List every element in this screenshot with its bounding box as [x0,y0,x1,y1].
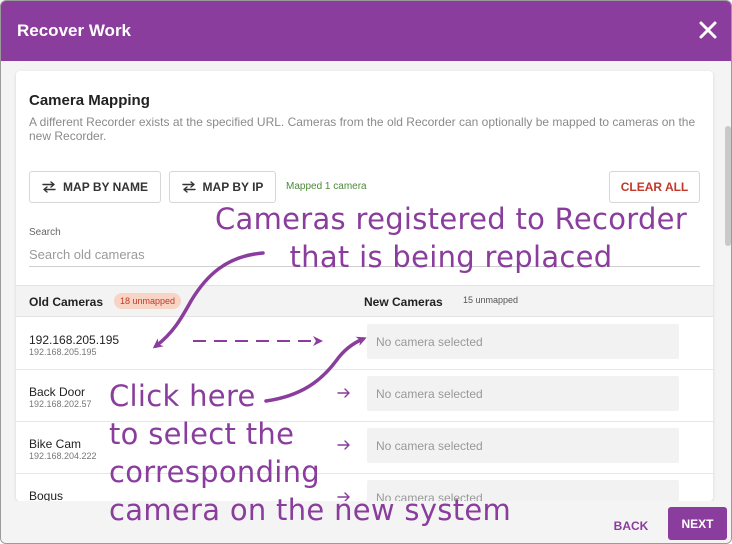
dialog-titlebar: Recover Work [1,1,731,61]
swap-arrows-icon [181,181,196,193]
old-camera-ip: 192.168.205.195 [29,347,97,357]
map-by-name-label: MAP BY NAME [63,180,148,194]
clear-all-button[interactable]: CLEAR ALL [609,171,700,203]
dialog-title: Recover Work [17,21,132,40]
dialog-window: Recover Work Camera Mapping A different … [0,0,732,544]
old-camera-name: Back Door [29,385,86,399]
old-camera-ip: 192.168.202.57 [29,399,92,409]
search-label: Search [29,227,61,238]
table-header: Old Cameras 18 unmapped New Cameras 15 u… [16,285,713,317]
old-camera-name: 192.168.205.195 [29,333,120,347]
scrollbar-thumb[interactable] [725,126,731,246]
old-camera-ip: 192.168.204.222 [29,451,97,461]
map-by-ip-button[interactable]: MAP BY IP [169,171,276,203]
map-by-name-button[interactable]: MAP BY NAME [29,171,161,203]
annotation-line: Cameras registered to Recorder [214,202,688,236]
mapped-status: Mapped 1 camera [286,181,367,192]
new-unmapped-badge: 15 unmapped [463,295,519,305]
annotation-callout-old-cameras: Cameras registered to Recorder that is b… [191,200,711,276]
annotation-line: to select the [109,417,295,451]
next-button[interactable]: NEXT [668,507,727,540]
old-camera-name: Bogus [29,489,64,501]
map-by-ip-label: MAP BY IP [202,180,264,194]
close-button[interactable] [697,19,719,41]
annotation-callout-select: Click here to select the corresponding c… [109,377,511,529]
old-cameras-header: Old Cameras [29,295,104,309]
close-icon [699,21,717,39]
new-camera-select[interactable]: No camera selected [367,324,679,359]
section-description: A different Recorder exists at the speci… [29,115,696,143]
annotation-line: that is being replaced [289,240,613,274]
swap-arrows-icon [42,181,56,193]
back-button[interactable]: BACK [603,511,659,541]
new-cameras-header: New Cameras [364,295,443,309]
old-unmapped-badge: 18 unmapped [114,293,182,309]
annotation-line: camera on the new system [109,493,512,527]
table-row: 192.168.205.195 192.168.205.195 No camer… [16,318,713,370]
old-camera-name: Bike Cam [29,437,82,451]
section-title: Camera Mapping [29,92,150,109]
annotation-line: corresponding [109,455,321,489]
annotation-line: Click here [109,379,256,413]
